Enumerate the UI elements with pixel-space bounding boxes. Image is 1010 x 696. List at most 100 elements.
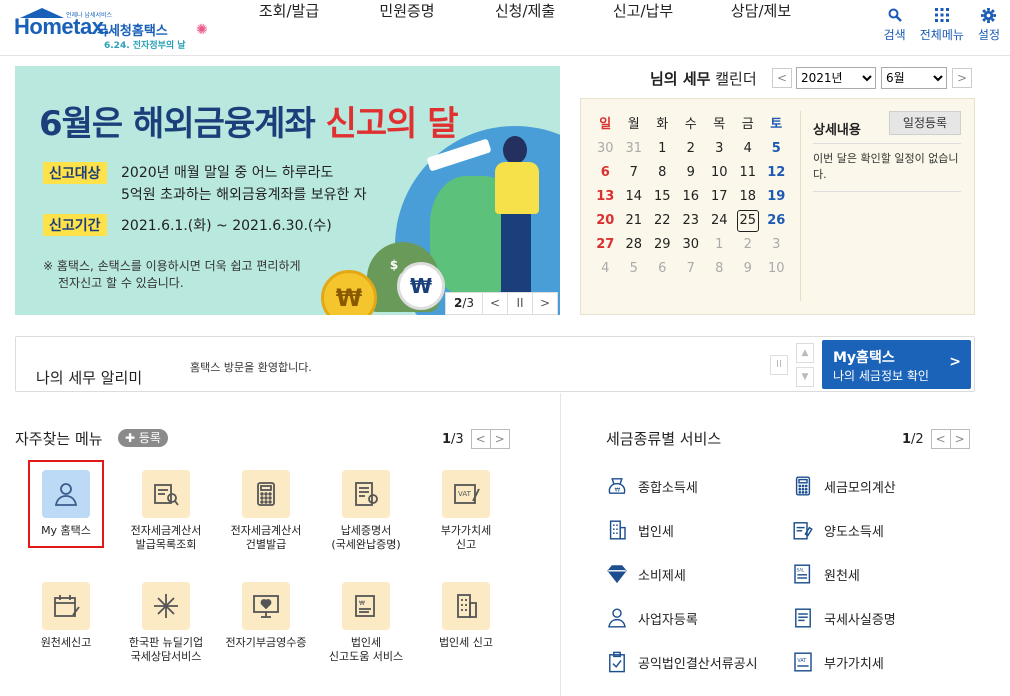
alarm-down-button[interactable]: ▼ [796, 367, 814, 387]
nav-item-report-payment[interactable]: 신고/납부 [584, 0, 702, 56]
calendar-month-select[interactable]: 6월 [881, 67, 947, 89]
tax-service-item[interactable]: 양도소득세 [790, 516, 884, 544]
tax-service-item[interactable]: 세금모의계산 [790, 472, 896, 500]
calendar-day[interactable]: 26 [762, 209, 791, 233]
calendar-day[interactable]: 1 [648, 137, 677, 161]
calendar-day[interactable]: 18 [734, 185, 763, 209]
tax-calendar-header: 님의 세무 캘린더 < 2021년 6월 > [580, 66, 975, 92]
calendar-day[interactable]: 30 [677, 233, 706, 257]
tax-services-prev-button[interactable]: < [930, 429, 951, 449]
calendar-day[interactable]: 28 [620, 233, 649, 257]
calendar-day[interactable]: 2 [677, 137, 706, 161]
nav-item-application[interactable]: 신청/제출 [466, 0, 584, 56]
tax-service-item[interactable]: 법인세 [604, 516, 674, 544]
calendar-day[interactable]: 4 [734, 137, 763, 161]
nav-item-civil-certificates[interactable]: 민원증명 [348, 0, 466, 56]
calendar-day[interactable]: 13 [591, 185, 620, 209]
tax-service-item[interactable]: 공익법인결산서류공시 [604, 648, 758, 676]
add-schedule-button[interactable]: 일정등록 [889, 111, 961, 135]
calendar-day[interactable]: 9 [734, 257, 763, 281]
calendar-day[interactable]: 17 [705, 185, 734, 209]
calendar-day[interactable]: 4 [591, 257, 620, 281]
calendar-day[interactable]: 27 [591, 233, 620, 257]
favorite-item[interactable]: VAT 부가가치세 신고 [418, 470, 514, 574]
favorite-item-label: 납세증명서 (국세완납증명) [331, 524, 401, 551]
tax-service-label: 사업자등록 [638, 612, 698, 628]
favorites-next-button[interactable]: > [489, 429, 510, 449]
settings-button[interactable]: 설정 [978, 8, 1000, 43]
weekday-label: 목 [713, 117, 726, 132]
calendar-day[interactable]: 10 [762, 257, 791, 281]
calendar-day[interactable]: 22 [648, 209, 677, 233]
calendar-day[interactable]: 15 [648, 185, 677, 209]
banner-pause-button[interactable]: II [507, 293, 532, 314]
weekday-label: 토 [770, 117, 783, 132]
calendar-day[interactable]: 24 [705, 209, 734, 233]
svg-text:₩: ₩ [615, 488, 621, 494]
tax-service-item[interactable]: SAL 원천세 [790, 560, 860, 588]
hometax-logo[interactable]: Hometax. 언제나 납세서비스 국세청홈택스 6.24. 전자정부의 날 … [14, 8, 214, 51]
banner-prev-button[interactable]: < [482, 293, 507, 314]
tax-service-item[interactable]: VAT 부가가치세 [790, 648, 884, 676]
calendar-year-select[interactable]: 2021년 [796, 67, 876, 89]
calendar-day[interactable]: 5 [762, 137, 791, 161]
favorite-item[interactable]: 법인세 신고 [418, 582, 514, 686]
calendar-day[interactable]: 10 [705, 161, 734, 185]
calendar-day[interactable]: 30 [591, 137, 620, 161]
calendar-day[interactable]: 16 [677, 185, 706, 209]
favorites-prev-button[interactable]: < [470, 429, 491, 449]
calendar-day[interactable]: 20 [591, 209, 620, 233]
calendar-day[interactable]: 8 [705, 257, 734, 281]
favorites-page-indicator: 1/3 [442, 431, 464, 447]
alarm-up-button[interactable]: ▲ [796, 343, 814, 363]
all-menu-button[interactable]: 전체메뉴 [920, 8, 964, 43]
calendar-day[interactable]: 9 [677, 161, 706, 185]
search-button[interactable]: 검색 [884, 8, 906, 43]
calendar-day[interactable]: 7 [677, 257, 706, 281]
calendar-day[interactable]: 12 [762, 161, 791, 185]
nav-item-inquiry[interactable]: 조회/발급 [230, 0, 348, 56]
my-hometax-button[interactable]: My홈택스 나의 세금정보 확인 > [822, 340, 971, 389]
calendar-day[interactable]: 29 [648, 233, 677, 257]
favorite-item[interactable]: 한국판 뉴딜기업 국세상담서비스 [118, 582, 214, 686]
tax-service-item[interactable]: 소비제세 [604, 560, 686, 588]
tax-service-item[interactable]: 국세사실증명 [790, 604, 896, 632]
calendar-day[interactable]: 6 [648, 257, 677, 281]
calendar-day[interactable]: 14 [620, 185, 649, 209]
alarm-pause-button[interactable]: II [770, 355, 788, 375]
calendar-day[interactable]: 11 [734, 161, 763, 185]
nav-item-consultation[interactable]: 상담/제보 [702, 0, 820, 56]
calendar-day[interactable]: 19 [762, 185, 791, 209]
favorite-item[interactable]: 전자기부금영수증 [218, 582, 314, 686]
calendar-day[interactable]: 6 [591, 161, 620, 185]
tax-service-item[interactable]: 사업자등록 [604, 604, 698, 632]
banner-page-indicator: 2/3 [453, 296, 475, 310]
calendar-day[interactable]: 2 [734, 233, 763, 257]
favorite-item[interactable]: 전자세금계산서 발급목록조회 [118, 470, 214, 574]
calendar-day[interactable]: 3 [705, 137, 734, 161]
calendar-day[interactable]: 31 [620, 137, 649, 161]
banner-period-line: 2021.6.1.(화) ~ 2021.6.30.(수) [121, 218, 332, 234]
favorite-item[interactable]: 전자세금계산서 건별발급 [218, 470, 314, 574]
favorites-pager: 1/3 < > [442, 429, 510, 449]
calendar-day[interactable]: 7 [620, 161, 649, 185]
favorite-item[interactable]: ₩ 법인세 신고도움 서비스 [318, 582, 414, 686]
calendar-next-button[interactable]: > [952, 68, 972, 88]
promo-banner[interactable]: 6월은 해외금융계좌 신고의 달 신고대상 2020년 매월 말일 중 어느 하… [15, 66, 560, 315]
calendar-day[interactable]: 5 [620, 257, 649, 281]
calendar-day-today[interactable]: 25 [734, 209, 763, 233]
register-favorite-button[interactable]: ✚ 등록 [118, 429, 168, 447]
calendar-prev-button[interactable]: < [772, 68, 792, 88]
search-icon [884, 8, 906, 26]
calendar-day[interactable]: 1 [705, 233, 734, 257]
tax-service-item[interactable]: ₩ 종합소득세 [604, 472, 698, 500]
tax-services-next-button[interactable]: > [949, 429, 970, 449]
calendar-day[interactable]: 21 [620, 209, 649, 233]
calendar-day[interactable]: 23 [677, 209, 706, 233]
favorite-item[interactable]: 원천세신고 [18, 582, 114, 686]
favorite-item[interactable]: 납세증명서 (국세완납증명) [318, 470, 414, 574]
calendar-day[interactable]: 3 [762, 233, 791, 257]
calendar-day[interactable]: 8 [648, 161, 677, 185]
banner-next-button[interactable]: > [532, 293, 557, 314]
alarm-message[interactable]: 홈택스 방문을 환영합니다. [190, 359, 312, 375]
